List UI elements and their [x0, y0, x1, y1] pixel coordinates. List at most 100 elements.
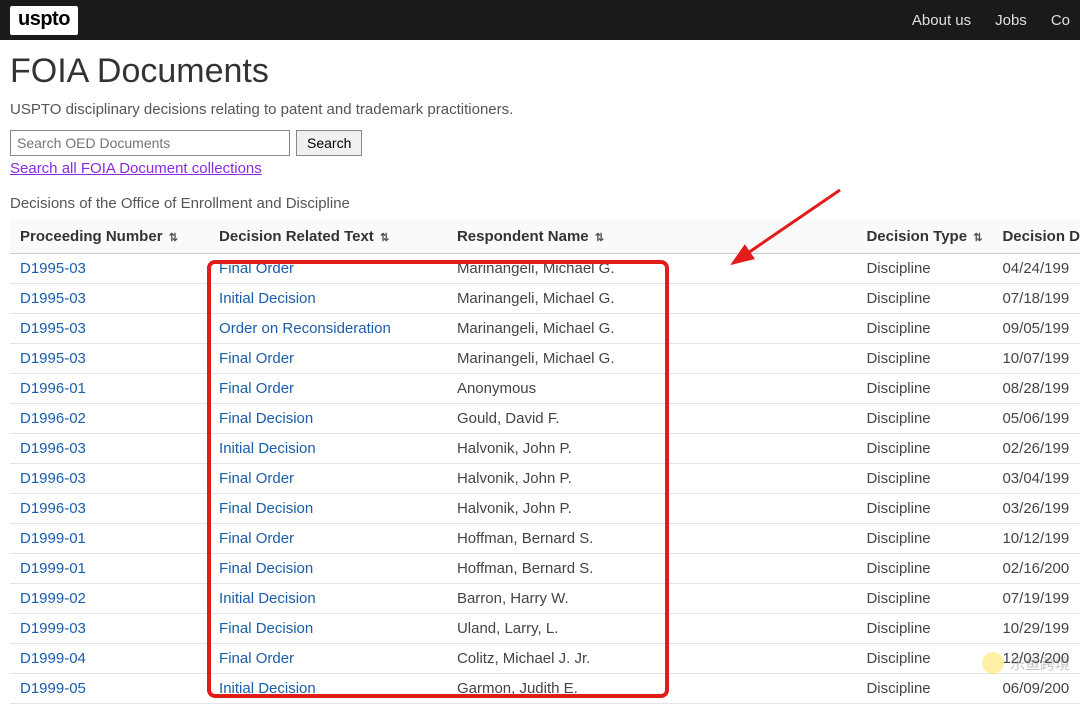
- decisions-table: Proceeding Number ⇅ Decision Related Tex…: [10, 220, 1080, 704]
- decision-date-cell: 07/19/199: [992, 584, 1080, 614]
- col-decision-type[interactable]: Decision Type ⇅: [856, 220, 992, 254]
- proceeding-link[interactable]: D1995-03: [20, 320, 86, 337]
- table-row: D1995-03 Final Order Marinangeli, Michael …: [10, 344, 1080, 374]
- table-row: D1995-03 Final Order Marinangeli, Michael …: [10, 254, 1080, 284]
- respondent-cell: Halvonik, John P.: [447, 494, 857, 524]
- page-title: FOIA Documents: [10, 52, 1070, 91]
- nav-about[interactable]: About us: [912, 12, 971, 29]
- decision-type-cell: Discipline: [856, 254, 992, 284]
- decision-date-cell: 09/05/199: [992, 314, 1080, 344]
- col-decision-text[interactable]: Decision Related Text ⇅: [209, 220, 447, 254]
- sort-icon: ⇅: [169, 231, 178, 244]
- decision-date-cell: 02/26/199: [992, 434, 1080, 464]
- decision-link[interactable]: Final Order: [219, 380, 294, 397]
- nav-jobs[interactable]: Jobs: [995, 12, 1027, 29]
- table-row: D1999-02 Initial Decision Barron, Harry W.…: [10, 584, 1080, 614]
- decision-link[interactable]: Final Order: [219, 350, 294, 367]
- respondent-cell: Gould, David F.: [447, 404, 857, 434]
- table-row: D1996-02 Final Decision Gould, David F.Dis…: [10, 404, 1080, 434]
- top-nav: About us Jobs Co: [912, 12, 1070, 29]
- decision-type-cell: Discipline: [856, 584, 992, 614]
- decision-link[interactable]: Initial Decision: [219, 290, 316, 307]
- decision-type-cell: Discipline: [856, 524, 992, 554]
- search-all-collections-link[interactable]: Search all FOIA Document collections: [10, 160, 262, 177]
- decision-link[interactable]: Final Order: [219, 260, 294, 277]
- decision-link[interactable]: Final Decision: [219, 410, 313, 427]
- decision-type-cell: Discipline: [856, 284, 992, 314]
- proceeding-link[interactable]: D1995-03: [20, 260, 86, 277]
- decision-date-cell: 07/18/199: [992, 284, 1080, 314]
- proceeding-link[interactable]: D1996-01: [20, 380, 86, 397]
- proceeding-link[interactable]: D1996-03: [20, 470, 86, 487]
- table-row: D1995-03 Order on Reconsideration Marinang…: [10, 314, 1080, 344]
- table-row: D1999-01 Final Decision Hoffman, Bernard S…: [10, 554, 1080, 584]
- respondent-cell: Marinangeli, Michael G.: [447, 284, 857, 314]
- decision-type-cell: Discipline: [856, 374, 992, 404]
- decision-type-cell: Discipline: [856, 464, 992, 494]
- respondent-cell: Marinangeli, Michael G.: [447, 344, 857, 374]
- sort-icon: ⇅: [973, 231, 982, 244]
- proceeding-link[interactable]: D1999-04: [20, 650, 86, 667]
- decision-link[interactable]: Final Order: [219, 530, 294, 547]
- respondent-cell: Marinangeli, Michael G.: [447, 314, 857, 344]
- proceeding-link[interactable]: D1995-03: [20, 290, 86, 307]
- proceeding-link[interactable]: D1999-01: [20, 530, 86, 547]
- logo[interactable]: uspto: [10, 6, 78, 35]
- decision-type-cell: Discipline: [856, 614, 992, 644]
- decision-type-cell: Discipline: [856, 404, 992, 434]
- nav-contact[interactable]: Co: [1051, 12, 1070, 29]
- col-decision-date[interactable]: Decision D: [992, 220, 1080, 254]
- decision-date-cell: 04/24/199: [992, 254, 1080, 284]
- decision-link[interactable]: Initial Decision: [219, 440, 316, 457]
- decision-type-cell: Discipline: [856, 494, 992, 524]
- proceeding-link[interactable]: D1996-02: [20, 410, 86, 427]
- proceeding-link[interactable]: D1999-05: [20, 680, 86, 697]
- respondent-cell: Hoffman, Bernard S.: [447, 524, 857, 554]
- top-bar: uspto About us Jobs Co: [0, 0, 1080, 40]
- proceeding-link[interactable]: D1996-03: [20, 440, 86, 457]
- proceeding-link[interactable]: D1999-02: [20, 590, 86, 607]
- decision-date-cell: 05/06/199: [992, 404, 1080, 434]
- table-row: D1999-04 Final Order Colitz, Michael J. Jr…: [10, 644, 1080, 674]
- decision-link[interactable]: Initial Decision: [219, 590, 316, 607]
- decision-type-cell: Discipline: [856, 554, 992, 584]
- respondent-cell: Colitz, Michael J. Jr.: [447, 644, 857, 674]
- decision-type-cell: Discipline: [856, 674, 992, 704]
- respondent-cell: Barron, Harry W.: [447, 584, 857, 614]
- decision-link[interactable]: Final Order: [219, 470, 294, 487]
- sort-icon: ⇅: [595, 231, 604, 244]
- section-label: Decisions of the Office of Enrollment an…: [10, 195, 1070, 212]
- decision-link[interactable]: Final Decision: [219, 560, 313, 577]
- search-input[interactable]: [10, 130, 290, 156]
- proceeding-link[interactable]: D1995-03: [20, 350, 86, 367]
- table-row: D1996-01Final OrderAnonymousDiscipline08…: [10, 374, 1080, 404]
- decision-date-cell: 06/09/200: [992, 674, 1080, 704]
- table-row: D1996-03Initial DecisionHalvonik, John P…: [10, 434, 1080, 464]
- respondent-cell: Hoffman, Bernard S.: [447, 554, 857, 584]
- table-row: D1999-01 Final Order Hoffman, Bernard S.Di…: [10, 524, 1080, 554]
- decision-link[interactable]: Final Decision: [219, 500, 313, 517]
- decision-date-cell: 10/07/199: [992, 344, 1080, 374]
- decision-date-cell: 12/03/200: [992, 644, 1080, 674]
- table-row: D1999-05Initial DecisionGarmon, Judith E…: [10, 674, 1080, 704]
- proceeding-link[interactable]: D1999-01: [20, 560, 86, 577]
- decision-link[interactable]: Final Order: [219, 650, 294, 667]
- page-subtitle: USPTO disciplinary decisions relating to…: [10, 101, 1070, 118]
- decision-date-cell: 03/26/199: [992, 494, 1080, 524]
- decision-date-cell: 08/28/199: [992, 374, 1080, 404]
- respondent-cell: Halvonik, John P.: [447, 464, 857, 494]
- decision-link[interactable]: Initial Decision: [219, 680, 316, 697]
- search-button[interactable]: Search: [296, 130, 362, 156]
- decision-type-cell: Discipline: [856, 434, 992, 464]
- proceeding-link[interactable]: D1996-03: [20, 500, 86, 517]
- proceeding-link[interactable]: D1999-03: [20, 620, 86, 637]
- decision-date-cell: 10/12/199: [992, 524, 1080, 554]
- respondent-cell: Uland, Larry, L.: [447, 614, 857, 644]
- decision-type-cell: Discipline: [856, 344, 992, 374]
- decision-link[interactable]: Order on Reconsideration: [219, 320, 391, 337]
- respondent-cell: Marinangeli, Michael G.: [447, 254, 857, 284]
- decision-type-cell: Discipline: [856, 314, 992, 344]
- decision-link[interactable]: Final Decision: [219, 620, 313, 637]
- col-proceeding[interactable]: Proceeding Number ⇅: [10, 220, 209, 254]
- col-respondent[interactable]: Respondent Name ⇅: [447, 220, 857, 254]
